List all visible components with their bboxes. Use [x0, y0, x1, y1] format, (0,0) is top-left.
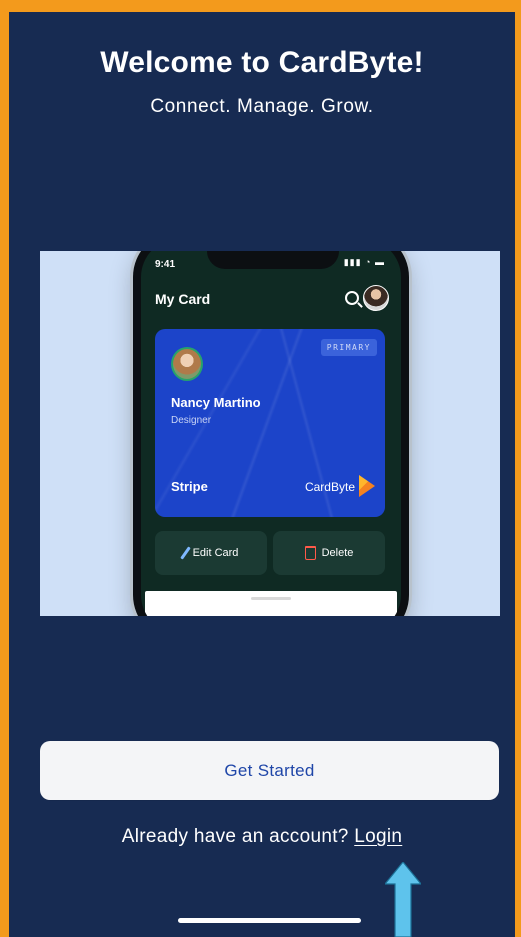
login-link[interactable]: Login [354, 826, 402, 847]
arrow-up-icon [385, 862, 421, 937]
business-card: PRIMARY Nancy Martino Designer Stripe Ca… [155, 329, 385, 517]
pencil-icon [179, 546, 191, 560]
edit-card-button: Edit Card [155, 531, 267, 575]
status-time: 9:41 [155, 259, 176, 270]
get-started-button[interactable]: Get Started [40, 741, 499, 800]
home-indicator [178, 918, 361, 923]
page-title: Welcome to CardByte! [100, 46, 424, 79]
app-preview-image: 9:41 ▮▮▮ ◔ ▬ My Card PRIMARY Nancy Marti… [40, 251, 500, 616]
welcome-screen: Welcome to CardByte! Connect. Manage. Gr… [9, 12, 515, 937]
phone-mockup: 9:41 ▮▮▮ ◔ ▬ My Card PRIMARY Nancy Marti… [133, 251, 409, 616]
delete-label: Delete [321, 547, 354, 559]
card-brand: CardByte [304, 480, 355, 494]
phone-notch [207, 251, 339, 269]
trash-icon [304, 546, 316, 560]
login-prompt-text: Already have an account? [121, 826, 349, 847]
card-avatar [171, 347, 203, 381]
page-tagline: Connect. Manage. Grow. [150, 96, 374, 117]
status-icons: ▮▮▮ ◔ ▬ [343, 257, 385, 267]
login-prompt: Already have an account? Login [9, 826, 515, 848]
card-role: Designer [171, 415, 212, 426]
preview-screen-title: My Card [155, 291, 211, 307]
search-icon [345, 291, 359, 305]
phone-screen: 9:41 ▮▮▮ ◔ ▬ My Card PRIMARY Nancy Marti… [141, 251, 401, 616]
card-name: Nancy Martino [171, 395, 261, 410]
avatar [363, 285, 389, 311]
phone-sheet-handle [251, 597, 291, 600]
edit-card-label: Edit Card [192, 547, 239, 559]
card-company: Stripe [171, 479, 208, 494]
delete-button: Delete [273, 531, 385, 575]
phone-bottom-sheet [145, 591, 397, 616]
primary-badge: PRIMARY [320, 339, 377, 356]
